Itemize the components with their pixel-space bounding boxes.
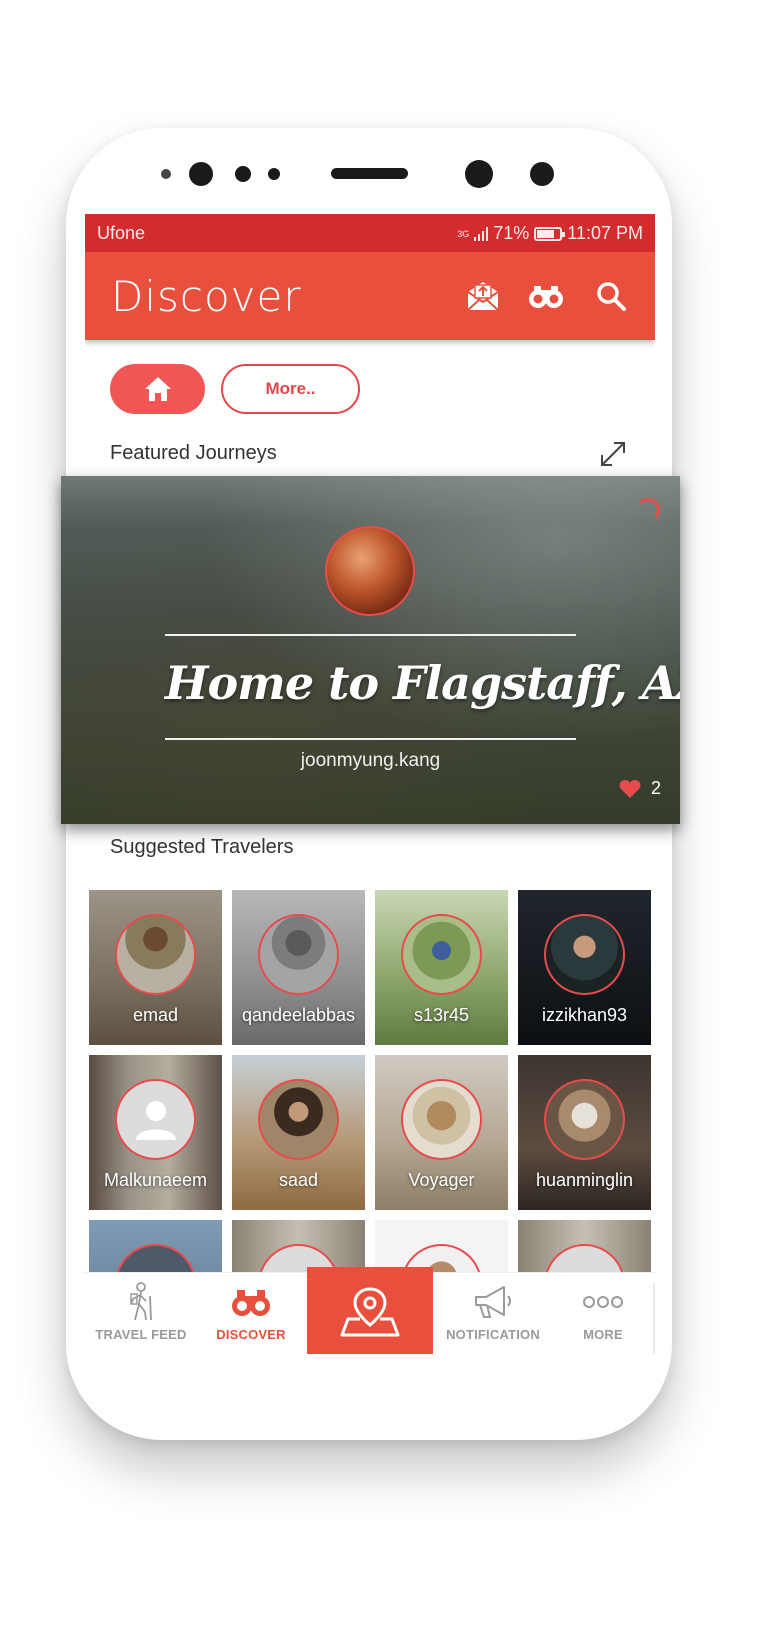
traveler-card[interactable] [518,1220,651,1272]
user-placeholder-icon [135,1100,176,1140]
app-bar: Discover [85,252,655,340]
travelers-grid: emad qandeelabbas s13r45 izzikhan93 Malk… [89,890,651,1272]
traveler-card[interactable]: huanminglin [518,1055,651,1210]
sensor-dot [161,169,171,179]
journey-title: Home to Flagstaff, AZ [165,656,680,710]
traveler-card[interactable]: izzikhan93 [518,890,651,1045]
network-type: 3G [457,228,470,239]
traveler-card[interactable]: Voyager [375,1055,508,1210]
divider [653,1283,655,1354]
avatar [258,914,339,995]
journey-likes[interactable]: 2 [619,778,661,799]
binoculars-icon[interactable] [528,278,564,314]
traveler-card[interactable] [232,1220,365,1272]
traveler-name: Voyager [408,1170,475,1190]
avatar [258,1079,339,1160]
home-filter-button[interactable] [110,364,205,414]
nav-map-button[interactable] [307,1267,433,1354]
nav-discover[interactable]: DISCOVER [195,1273,307,1354]
journey-avatar [325,526,415,616]
traveler-name: s13r45 [413,1005,470,1025]
avatar [544,914,625,995]
search-icon[interactable] [593,278,629,314]
more-dots-icon [583,1296,623,1308]
traveler-card[interactable]: qandeelabbas [232,890,365,1045]
megaphone-icon [475,1286,511,1318]
carrier-name: Ufone [97,223,146,243]
traveler-card[interactable]: s13r45 [375,890,508,1045]
traveler-name: Malkunaeem [103,1170,208,1190]
signal-icon [474,226,489,241]
bottom-navigation: TRAVEL FEED DISCOVER NOTIFICATION MORE [85,1267,655,1354]
journey-author[interactable]: joonmyung.kang [165,750,576,772]
more-filter-button[interactable]: More.. [221,364,360,414]
likes-count: 2 [651,778,662,798]
divider [165,738,576,740]
traveler-card[interactable] [375,1220,508,1272]
avatar [115,1079,196,1160]
home-icon [144,377,171,401]
battery-percent: 71% [493,223,530,243]
featured-journeys-heading: Featured Journeys [110,442,277,464]
front-camera [465,160,493,188]
nav-more[interactable]: MORE [547,1273,655,1354]
nav-notification[interactable]: NOTIFICATION [437,1273,549,1354]
earpiece-speaker [331,168,408,179]
avatar [544,1079,625,1160]
front-camera [189,162,213,186]
avatar [401,1079,482,1160]
page-title: Discover [111,272,302,321]
binoculars-icon [232,1290,270,1316]
avatar [401,914,482,995]
clock: 11:07 PM [567,223,643,243]
divider [165,634,576,636]
traveler-card[interactable]: emad [89,890,222,1045]
loading-spinner-icon [636,498,660,522]
sensor-dot [530,162,554,186]
avatar [115,914,196,995]
featured-journey-card[interactable]: Home to Flagstaff, AZ joonmyung.kang 2 [61,476,680,824]
nav-label: MORE [583,1327,623,1342]
traveler-name: saad [278,1170,319,1190]
mail-upload-icon[interactable] [465,278,501,314]
expand-icon[interactable] [597,438,629,470]
traveler-name: huanminglin [535,1170,634,1190]
suggested-travelers-heading: Suggested Travelers [110,836,294,858]
nav-travel-feed[interactable]: TRAVEL FEED [85,1273,197,1354]
traveler-card[interactable]: Malkunaeem [89,1055,222,1210]
heart-icon [619,779,641,798]
hiker-icon [130,1282,152,1321]
traveler-name: qandeelabbas [241,1005,356,1025]
traveler-card[interactable] [89,1220,222,1272]
status-indicators: 3G 71% 11:07 PM [457,223,643,244]
nav-label: TRAVEL FEED [95,1327,187,1342]
traveler-card[interactable]: saad [232,1055,365,1210]
status-bar: Ufone 3G 71% 11:07 PM [85,214,655,252]
map-pin-icon [340,1287,400,1337]
sensor-dot [268,168,280,180]
traveler-name: emad [132,1005,179,1025]
battery-icon [534,226,566,241]
sensor-dot [235,166,251,182]
nav-label: NOTIFICATION [446,1327,540,1342]
nav-label: DISCOVER [216,1327,286,1342]
traveler-name: izzikhan93 [541,1005,628,1025]
